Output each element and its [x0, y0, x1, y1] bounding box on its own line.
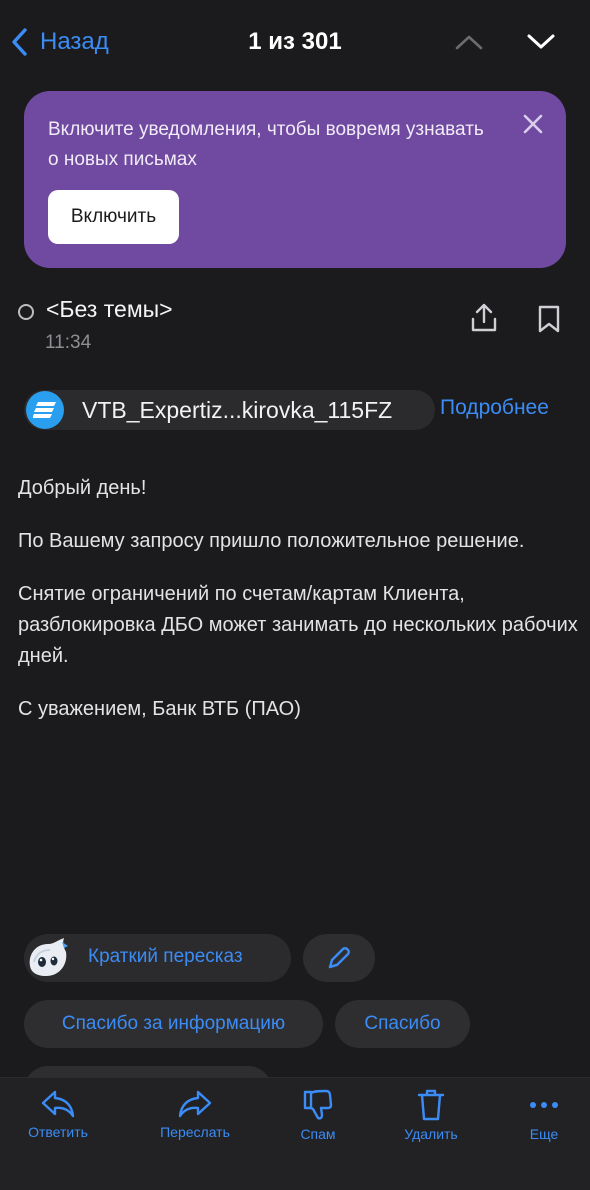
previous-message-button[interactable] — [452, 28, 486, 56]
delete-label: Удалить — [404, 1126, 458, 1142]
sender-name: VTB_Expertiz...kirovka_115FZ — [82, 396, 393, 423]
details-link[interactable]: Подробнее — [440, 396, 549, 420]
spam-button[interactable]: Спам — [263, 1078, 373, 1158]
share-button[interactable] — [470, 302, 498, 334]
assistant-avatar-icon — [29, 938, 68, 976]
message-body: Добрый день! По Вашему запросу пришло по… — [18, 473, 578, 747]
reply-icon — [41, 1090, 75, 1118]
body-paragraph: Добрый день! — [18, 477, 147, 499]
spam-label: Спам — [300, 1126, 336, 1142]
enable-notifications-button[interactable]: Включить — [48, 190, 179, 244]
delete-button[interactable]: Удалить — [376, 1078, 486, 1158]
read-status-indicator[interactable] — [18, 304, 34, 320]
back-button[interactable]: Назад — [10, 22, 109, 62]
body-paragraph: Снятие ограничений по счетам/картам Клие… — [18, 583, 578, 667]
quick-reply-button[interactable]: Спасибо за информацию — [24, 1000, 323, 1048]
chevron-up-icon — [455, 35, 483, 50]
chevron-left-icon — [12, 28, 27, 56]
share-icon — [471, 303, 497, 332]
forward-button[interactable]: Переслать — [140, 1078, 250, 1158]
quick-reply-button[interactable]: Спасибо — [335, 1000, 470, 1048]
vtb-logo-icon — [26, 391, 64, 429]
back-label: Назад — [40, 28, 109, 55]
next-message-button[interactable] — [524, 28, 558, 56]
thumbs-down-icon — [303, 1089, 333, 1120]
more-dots-icon — [530, 1102, 558, 1108]
more-label: Еще — [529, 1126, 559, 1142]
body-paragraph: По Вашему запросу пришло положительное р… — [18, 530, 525, 552]
reply-button[interactable]: Ответить — [3, 1078, 113, 1158]
bookmark-icon — [538, 305, 560, 333]
compose-reply-button[interactable] — [303, 934, 375, 982]
banner-close-button[interactable] — [520, 111, 546, 137]
close-icon — [523, 114, 543, 134]
banner-text: Включите уведомления, чтобы вовремя узна… — [48, 119, 484, 170]
summary-button[interactable]: Краткий пересказ — [24, 934, 291, 982]
pencil-icon — [328, 947, 350, 969]
bottom-toolbar: Ответить Переслать Спам Удалить Еще — [0, 1077, 590, 1190]
notification-banner: Включите уведомления, чтобы вовремя узна… — [24, 91, 566, 268]
trash-icon — [417, 1089, 445, 1121]
message-counter: 1 из 301 — [248, 28, 342, 55]
body-paragraph: С уважением, Банк ВТБ (ПАО) — [18, 698, 301, 720]
chevron-down-icon — [527, 34, 555, 49]
message-subject: <Без темы> — [46, 296, 173, 322]
reply-label: Ответить — [28, 1124, 88, 1140]
sender-chip[interactable]: VTB_Expertiz...kirovka_115FZ — [24, 390, 435, 430]
top-nav-bar: Назад 1 из 301 — [0, 0, 590, 86]
message-time: 11:34 — [45, 332, 92, 353]
forward-icon — [178, 1090, 212, 1118]
forward-label: Переслать — [160, 1124, 230, 1140]
bookmark-button[interactable] — [536, 304, 562, 334]
summary-label: Краткий пересказ — [88, 946, 243, 967]
more-button[interactable]: Еще — [489, 1078, 590, 1158]
